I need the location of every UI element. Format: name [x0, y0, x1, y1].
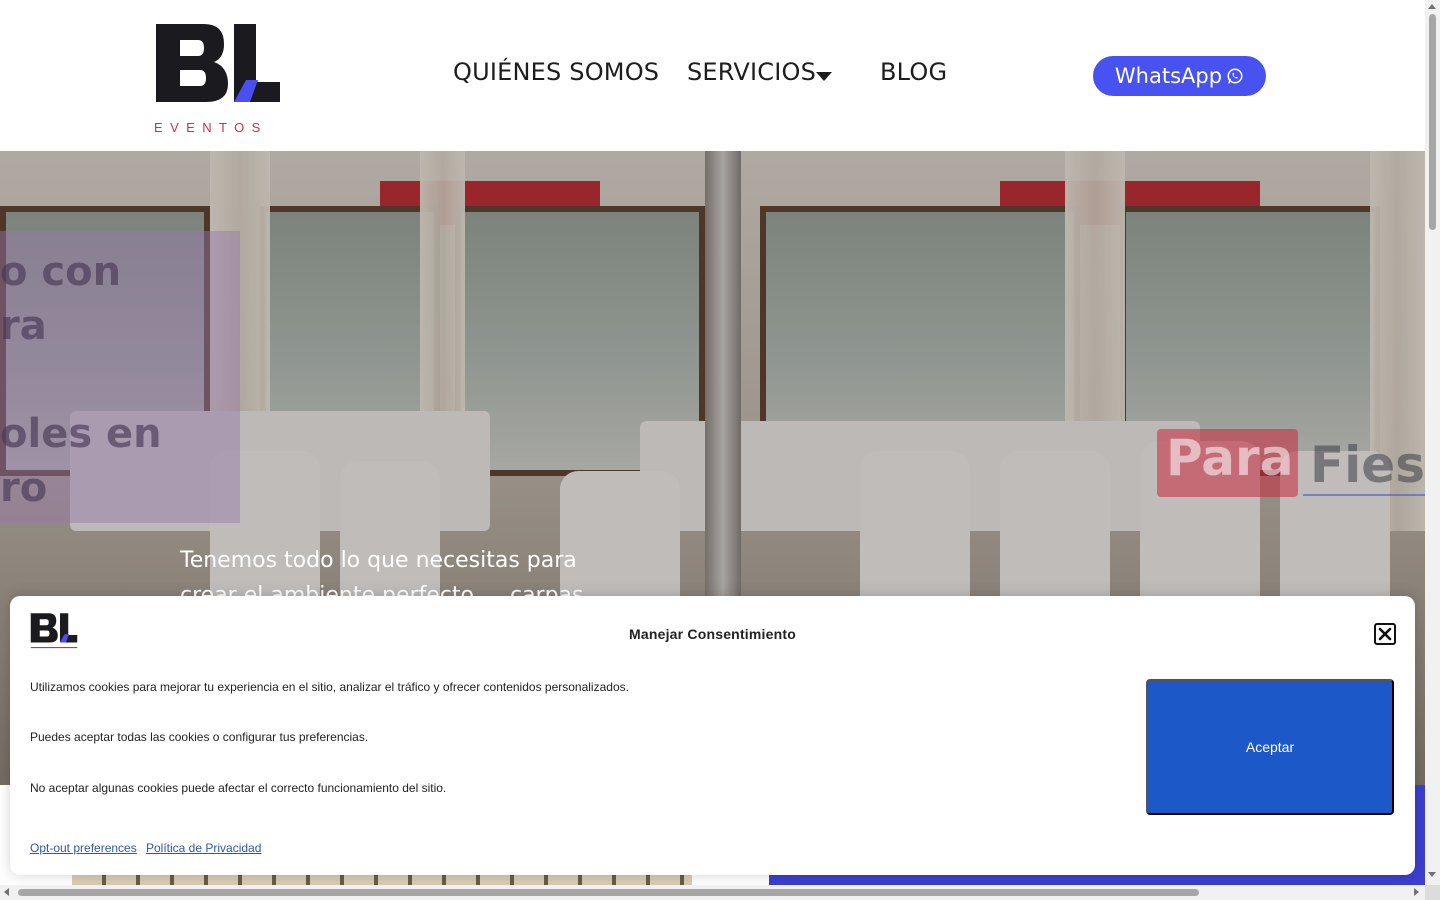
- slide-left-line: ro: [0, 465, 48, 511]
- chevron-down-icon[interactable]: [816, 72, 832, 81]
- vertical-scroll-thumb[interactable]: [1429, 14, 1436, 230]
- fiest-underline: [1303, 494, 1425, 496]
- cookie-paragraph: Utilizamos cookies para mejorar tu exper…: [30, 680, 629, 694]
- logo-text: EVENTOS: [154, 120, 268, 135]
- accept-button[interactable]: Aceptar: [1146, 679, 1394, 815]
- scroll-up-icon[interactable]: [1428, 4, 1436, 9]
- cookie-title: Manejar Consentimiento: [629, 626, 796, 642]
- scroll-corner: [1425, 885, 1440, 900]
- slide-left-line: o con: [0, 249, 122, 295]
- nav-item-quienes-somos[interactable]: QUIÉNES SOMOS: [453, 58, 659, 86]
- site-header: EVENTOS QUIÉNES SOMOS SERVICIOS BLOG Wha…: [0, 0, 1425, 151]
- close-icon[interactable]: [1374, 623, 1396, 645]
- slide-left-line: ra: [0, 303, 47, 349]
- whatsapp-label: WhatsApp: [1114, 64, 1223, 88]
- cookie-paragraph: Puedes aceptar todas las cookies o confi…: [30, 730, 369, 744]
- whatsapp-button[interactable]: WhatsApp: [1093, 56, 1266, 96]
- nav-item-blog[interactable]: BLOG: [880, 58, 947, 86]
- slide-left-line: oles en: [0, 411, 162, 457]
- privacy-policy-link[interactable]: Política de Privacidad: [146, 841, 261, 855]
- whatsapp-icon: [1227, 68, 1243, 84]
- scroll-right-icon[interactable]: [1414, 888, 1419, 896]
- horizontal-scroll-thumb[interactable]: [18, 889, 1199, 896]
- nav-item-servicios[interactable]: SERVICIOS: [687, 58, 816, 86]
- logo[interactable]: EVENTOS: [154, 22, 282, 135]
- scroll-down-icon[interactable]: [1428, 872, 1436, 877]
- vertical-scrollbar[interactable]: [1425, 0, 1440, 885]
- logo-mark-icon: [156, 24, 280, 102]
- cookie-paragraph: No aceptar algunas cookies puede afectar…: [30, 781, 447, 795]
- fiest-word: Fiest: [1310, 436, 1425, 494]
- cookie-dialog: Manejar Consentimiento Utilizamos cookie…: [10, 596, 1415, 875]
- para-word: Para: [1166, 429, 1294, 487]
- opt-out-preferences-link[interactable]: Opt-out preferences: [30, 841, 137, 855]
- horizontal-scrollbar[interactable]: [0, 885, 1425, 900]
- scroll-left-icon[interactable]: [4, 888, 9, 896]
